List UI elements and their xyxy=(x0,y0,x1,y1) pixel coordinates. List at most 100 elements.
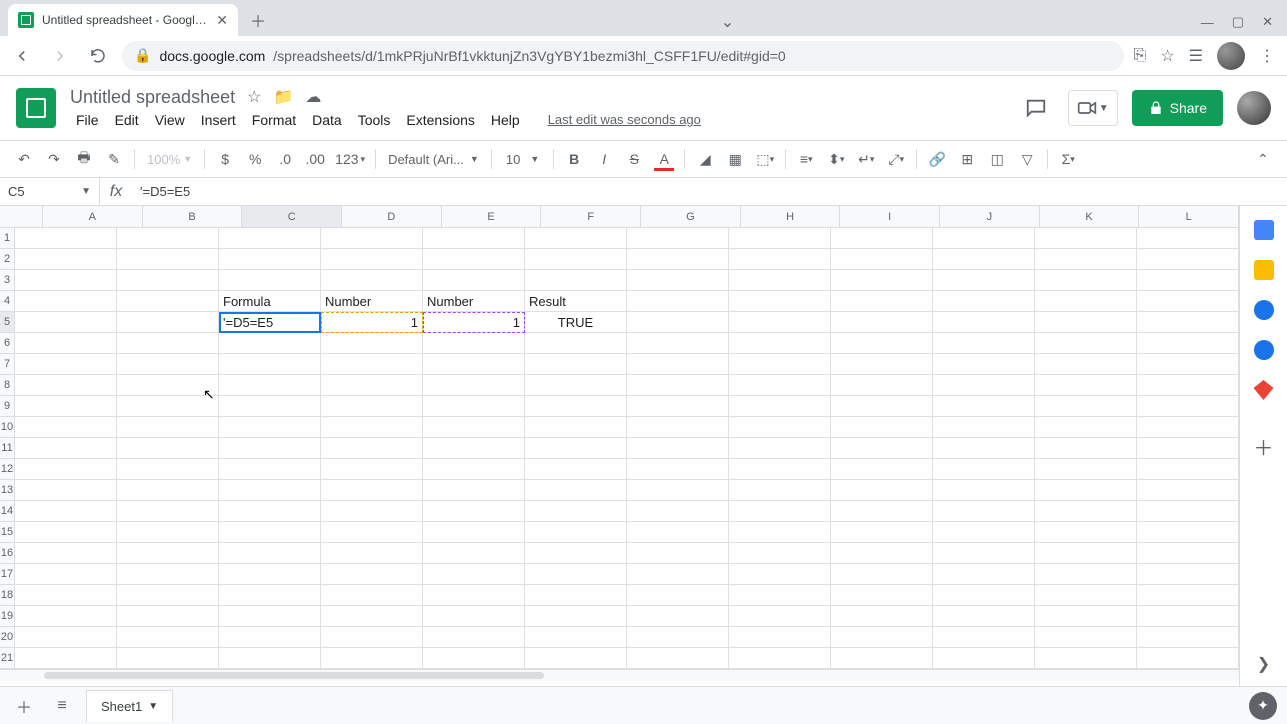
cell[interactable] xyxy=(15,228,117,249)
cell[interactable] xyxy=(627,606,729,627)
cell[interactable] xyxy=(1035,228,1137,249)
cell[interactable] xyxy=(423,606,525,627)
cell[interactable] xyxy=(1137,585,1239,606)
cell[interactable] xyxy=(1137,438,1239,459)
cell[interactable] xyxy=(1035,501,1137,522)
cell[interactable] xyxy=(423,417,525,438)
cell[interactable] xyxy=(831,585,933,606)
format-currency-button[interactable]: $ xyxy=(211,145,239,173)
reload-button[interactable] xyxy=(84,42,112,70)
cell[interactable] xyxy=(321,459,423,480)
cell[interactable] xyxy=(933,627,1035,648)
cell[interactable] xyxy=(831,270,933,291)
row-header[interactable]: 17 xyxy=(0,564,14,585)
cell[interactable] xyxy=(525,480,627,501)
cell[interactable] xyxy=(729,270,831,291)
cell[interactable] xyxy=(219,564,321,585)
col-header[interactable]: I xyxy=(840,206,940,227)
menu-file[interactable]: File xyxy=(70,110,105,130)
cell[interactable] xyxy=(219,270,321,291)
cell[interactable] xyxy=(525,648,627,669)
font-size-select[interactable]: 10▼ xyxy=(498,152,547,167)
close-window-icon[interactable]: ✕ xyxy=(1262,14,1273,30)
menu-help[interactable]: Help xyxy=(485,110,526,130)
cell[interactable] xyxy=(1137,627,1239,648)
install-app-icon[interactable]: ⎘ xyxy=(1134,47,1147,65)
cell[interactable] xyxy=(525,270,627,291)
cell[interactable] xyxy=(117,249,219,270)
row-header[interactable]: 4 xyxy=(0,291,14,312)
back-button[interactable] xyxy=(8,42,36,70)
cell[interactable] xyxy=(627,396,729,417)
cell[interactable] xyxy=(831,648,933,669)
cell[interactable] xyxy=(15,417,117,438)
cell[interactable] xyxy=(1035,606,1137,627)
cell[interactable] xyxy=(831,228,933,249)
cell[interactable] xyxy=(627,438,729,459)
cell[interactable] xyxy=(933,312,1035,333)
cell[interactable] xyxy=(525,354,627,375)
cell[interactable] xyxy=(423,270,525,291)
row-header[interactable]: 14 xyxy=(0,501,14,522)
fill-color-button[interactable]: ◢ xyxy=(691,145,719,173)
cell[interactable] xyxy=(729,585,831,606)
cell[interactable] xyxy=(321,543,423,564)
cell[interactable] xyxy=(627,228,729,249)
row-header[interactable]: 9 xyxy=(0,396,14,417)
row-header[interactable]: 2 xyxy=(0,249,14,270)
cell[interactable] xyxy=(933,270,1035,291)
hide-side-panel-icon[interactable]: ❯ xyxy=(1257,654,1270,674)
cell[interactable] xyxy=(525,228,627,249)
cell[interactable] xyxy=(933,333,1035,354)
menu-extensions[interactable]: Extensions xyxy=(400,110,480,130)
cell[interactable] xyxy=(831,312,933,333)
contacts-icon[interactable] xyxy=(1254,340,1274,360)
cell[interactable] xyxy=(321,396,423,417)
cell[interactable] xyxy=(1035,480,1137,501)
zoom-select[interactable]: 100%▼ xyxy=(141,152,198,167)
chrome-menu-icon[interactable]: ⋮ xyxy=(1259,46,1275,66)
cell[interactable] xyxy=(729,564,831,585)
cell[interactable] xyxy=(933,501,1035,522)
cell[interactable] xyxy=(117,564,219,585)
cell[interactable] xyxy=(831,354,933,375)
cell[interactable] xyxy=(1137,333,1239,354)
cell[interactable] xyxy=(117,417,219,438)
browser-tab[interactable]: Untitled spreadsheet - Google S ✕ xyxy=(8,4,238,36)
strikethrough-button[interactable]: S xyxy=(620,145,648,173)
cell[interactable] xyxy=(117,312,219,333)
cell[interactable] xyxy=(1137,375,1239,396)
cell[interactable] xyxy=(831,438,933,459)
cell[interactable]: 1 xyxy=(423,312,525,333)
cell[interactable] xyxy=(1035,375,1137,396)
cell[interactable] xyxy=(117,585,219,606)
cell[interactable] xyxy=(627,648,729,669)
collapse-toolbar-icon[interactable]: ⌃ xyxy=(1249,145,1277,173)
print-button[interactable]: 🖶 xyxy=(70,145,98,173)
cell[interactable] xyxy=(831,501,933,522)
cell[interactable] xyxy=(1035,585,1137,606)
cell[interactable] xyxy=(1035,333,1137,354)
cell[interactable] xyxy=(423,396,525,417)
cell[interactable] xyxy=(15,606,117,627)
cell[interactable] xyxy=(15,459,117,480)
name-box-dropdown-icon[interactable]: ▼ xyxy=(81,186,91,197)
paint-format-button[interactable]: ✎ xyxy=(100,145,128,173)
col-header[interactable]: E xyxy=(442,206,542,227)
bookmark-star-icon[interactable]: ☆ xyxy=(1160,46,1174,66)
cell[interactable] xyxy=(933,417,1035,438)
cell[interactable] xyxy=(321,417,423,438)
format-123-button[interactable]: 123▾ xyxy=(331,145,369,173)
cell[interactable] xyxy=(219,375,321,396)
text-color-button[interactable]: A xyxy=(650,145,678,173)
cell[interactable] xyxy=(219,228,321,249)
col-header[interactable]: K xyxy=(1040,206,1140,227)
cell[interactable] xyxy=(933,249,1035,270)
tab-close-icon[interactable]: ✕ xyxy=(216,12,228,29)
cell[interactable] xyxy=(423,459,525,480)
cell[interactable] xyxy=(117,228,219,249)
cell[interactable] xyxy=(15,648,117,669)
comments-icon[interactable] xyxy=(1018,90,1054,126)
cell[interactable] xyxy=(423,648,525,669)
cell[interactable] xyxy=(219,459,321,480)
